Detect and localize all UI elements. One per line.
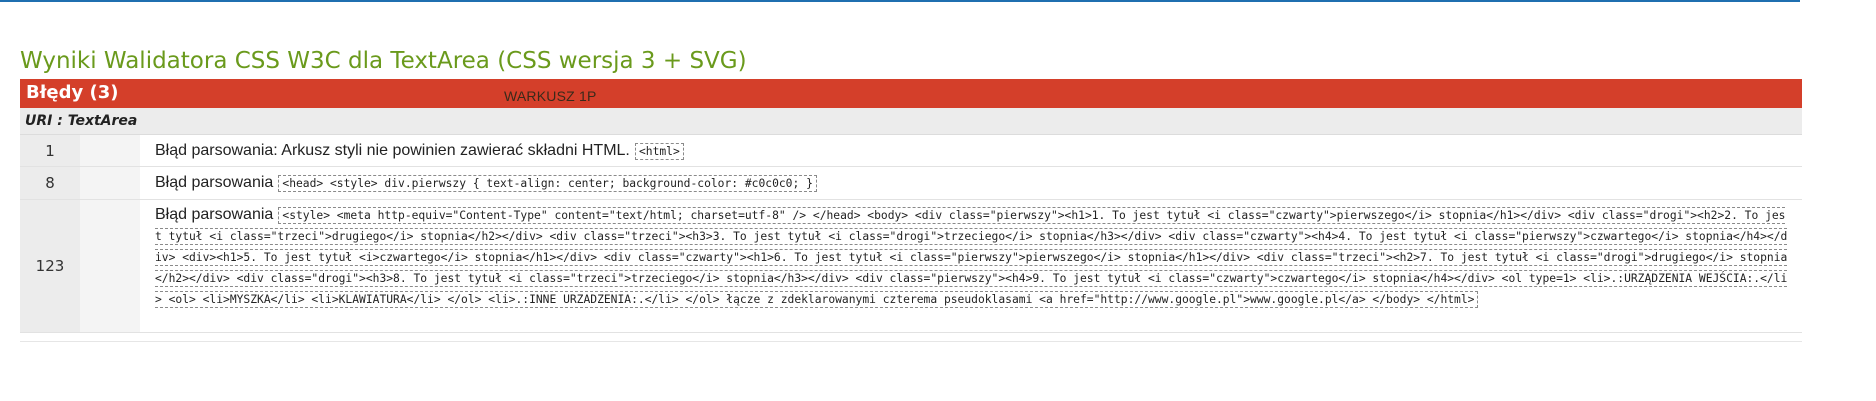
error-context-cell: [80, 167, 140, 199]
error-message: Błąd parsowania: [155, 174, 274, 191]
error-row: 123 Błąd parsowania <style> <meta http-e…: [20, 200, 1802, 333]
error-code-snippet: <html>: [634, 143, 684, 160]
error-message: Błąd parsowania: Arkusz styli nie powini…: [155, 142, 630, 159]
bottom-divider: [20, 341, 1802, 342]
error-line-number: 123: [20, 200, 80, 332]
error-line-number: 1: [20, 135, 80, 166]
error-message: Błąd parsowania: [155, 206, 274, 223]
uri-row: URI : TextArea: [20, 108, 1802, 135]
error-line-number: 8: [20, 167, 80, 199]
error-message-cell: Błąd parsowania <style> <meta http-equiv…: [140, 200, 1802, 332]
error-code-snippet: <head> <style> div.pierwszy { text-align…: [278, 175, 817, 192]
sheet-label: WARKUSZ 1P: [504, 88, 597, 104]
page-title: Wyniki Walidatora CSS W3C dla TextArea (…: [20, 48, 747, 75]
error-message-cell: Błąd parsowania <head> <style> div.pierw…: [140, 167, 1802, 199]
error-message-cell: Błąd parsowania: Arkusz styli nie powini…: [140, 135, 1802, 166]
top-divider: [0, 0, 1800, 2]
validator-results: Błędy (3) WARKUSZ 1P URI : TextArea 1 Bł…: [20, 79, 1802, 342]
errors-header: Błędy (3) WARKUSZ 1P: [20, 79, 1802, 108]
error-row: 8 Błąd parsowania <head> <style> div.pie…: [20, 167, 1802, 200]
error-context-cell: [80, 200, 140, 332]
error-code-snippet: <style> <meta http-equiv="Content-Type" …: [155, 207, 1788, 308]
errors-count-heading: Błędy (3): [26, 82, 119, 103]
error-row: 1 Błąd parsowania: Arkusz styli nie powi…: [20, 135, 1802, 167]
error-context-cell: [80, 135, 140, 166]
